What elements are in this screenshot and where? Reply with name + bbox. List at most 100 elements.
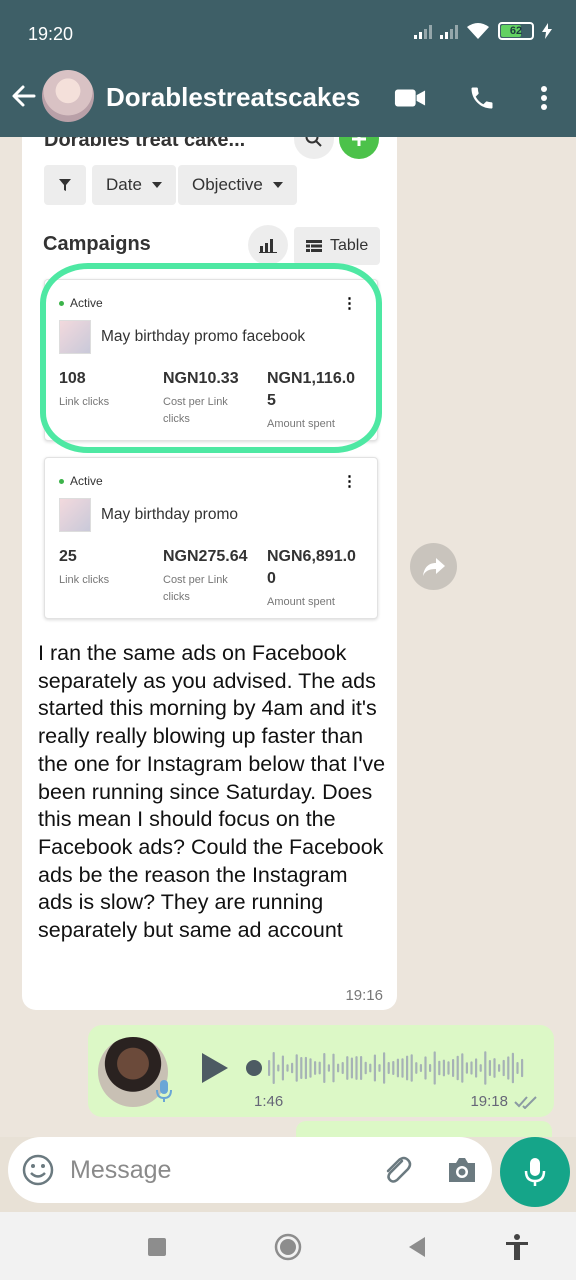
attach-icon[interactable] [380,1153,414,1187]
home-icon[interactable] [273,1232,303,1262]
message-timestamp: 19:16 [345,987,383,1004]
waveform-bar [433,1051,436,1085]
waveform-bar [378,1064,381,1072]
amount-spent-value-2: 0 [267,570,276,587]
table-view-toggle: Table [294,227,381,265]
contact-avatar[interactable] [42,70,94,122]
waveform-bar [452,1059,455,1077]
camera-icon[interactable] [446,1155,478,1185]
signal-icon-2 [440,23,458,39]
contact-name[interactable]: Dorablestreatscakes [106,82,360,113]
amount-spent-label: Amount spent [267,596,335,608]
campaign-thumbnail [59,498,91,532]
search-icon [294,137,334,159]
amount-spent-value-1: NGN6,891.0 [267,548,356,565]
chat-header: Dorablestreatscakes [0,64,576,137]
objective-filter-label: Objective [192,175,263,194]
back-arrow-icon[interactable] [10,82,38,115]
incoming-message-bubble[interactable]: Dorables treat cake... Date Objective Ca… [22,137,397,1010]
waveform-bar [304,1056,307,1080]
waveform-bar [429,1063,432,1073]
waveform-bar [392,1060,395,1076]
waveform-bar [502,1059,505,1077]
waveform-bar [401,1058,404,1078]
voice-timestamp: 19:18 [470,1093,508,1110]
waveform-bar [272,1051,275,1085]
waveform-bar [350,1057,353,1079]
cost-per-click-label-1: Cost per Link [163,574,228,586]
record-voice-button[interactable] [500,1137,570,1207]
waveform-bar [286,1064,289,1072]
highlight-circle [40,263,382,453]
waveform-bar [295,1054,298,1082]
message-input[interactable] [70,1155,370,1185]
caret-down-icon [151,182,162,188]
message-text: I ran the same ads on Facebook separatel… [38,641,386,943]
accessibility-icon[interactable] [502,1232,532,1262]
waveform-bar [470,1061,473,1075]
table-icon [306,240,322,252]
chart-icon [248,225,288,265]
campaign-status: Active [59,474,103,488]
date-filter-label: Date [106,175,142,194]
waveform-bar [387,1061,390,1075]
waveform-bar [318,1061,321,1075]
audio-waveform[interactable] [246,1047,536,1089]
waveform-bar [442,1059,445,1077]
waveform-bar [507,1056,510,1080]
waveform-bar [484,1051,487,1085]
waveform-bar [369,1063,372,1073]
waveform-bar [341,1062,344,1074]
waveform-bar [516,1062,519,1074]
waveform-bar [498,1064,501,1072]
waveform-bar [521,1058,524,1078]
cost-per-click-metric: NGN275.64 Cost per Link clicks [163,546,248,606]
next-message-bubble [296,1121,552,1137]
waveform-bar [488,1059,491,1077]
mic-icon [524,1158,546,1186]
status-time: 19:20 [28,24,74,44]
waveform-bar [424,1056,427,1080]
account-name: Dorables treat cake... [44,137,246,151]
mic-icon [156,1080,172,1102]
double-check-icon [514,1095,537,1109]
waveform-bar [410,1054,413,1082]
active-dot-icon [59,478,64,484]
waveform-bar [355,1056,358,1080]
back-nav-icon[interactable] [402,1232,432,1262]
charging-icon [542,23,552,39]
play-icon[interactable] [200,1051,230,1085]
waveform-bar [337,1063,340,1073]
link-clicks-value: 25 [59,548,77,565]
waveform-bar [415,1062,418,1074]
table-label: Table [330,237,369,254]
waveform-bar [511,1052,514,1084]
waveform-bar [364,1061,367,1075]
waveform-bar [456,1055,459,1081]
voice-message-bubble[interactable]: 1:46 19:18 [88,1025,554,1117]
waveform-bar [438,1060,441,1076]
forward-icon[interactable] [410,543,457,590]
waveform-bar [327,1064,330,1072]
waveform-bar [268,1060,271,1076]
video-call-icon[interactable] [394,82,426,114]
attached-screenshot[interactable]: Dorables treat cake... Date Objective Ca… [22,137,397,627]
waveform-bar [309,1058,312,1078]
emoji-icon[interactable] [22,1154,54,1186]
campaigns-heading: Campaigns [43,233,151,255]
waveform-bar [406,1055,409,1081]
voice-call-icon[interactable] [466,82,498,114]
campaign-name: May birthday promo [101,506,238,523]
waveform-bar [360,1056,363,1080]
card-menu-icon: ⋮ [342,473,357,490]
chat-area[interactable]: Dorables treat cake... Date Objective Ca… [0,137,576,1137]
recent-apps-icon[interactable] [142,1232,172,1262]
waveform-bar [300,1056,303,1080]
filter-icon [44,165,86,205]
waveform-bar [373,1054,376,1082]
more-options-icon[interactable] [528,82,560,114]
status-icons: 62 [414,22,552,40]
waveform-bar [291,1062,294,1074]
waveform-bar [383,1052,386,1084]
battery-icon: 62 [498,22,534,40]
